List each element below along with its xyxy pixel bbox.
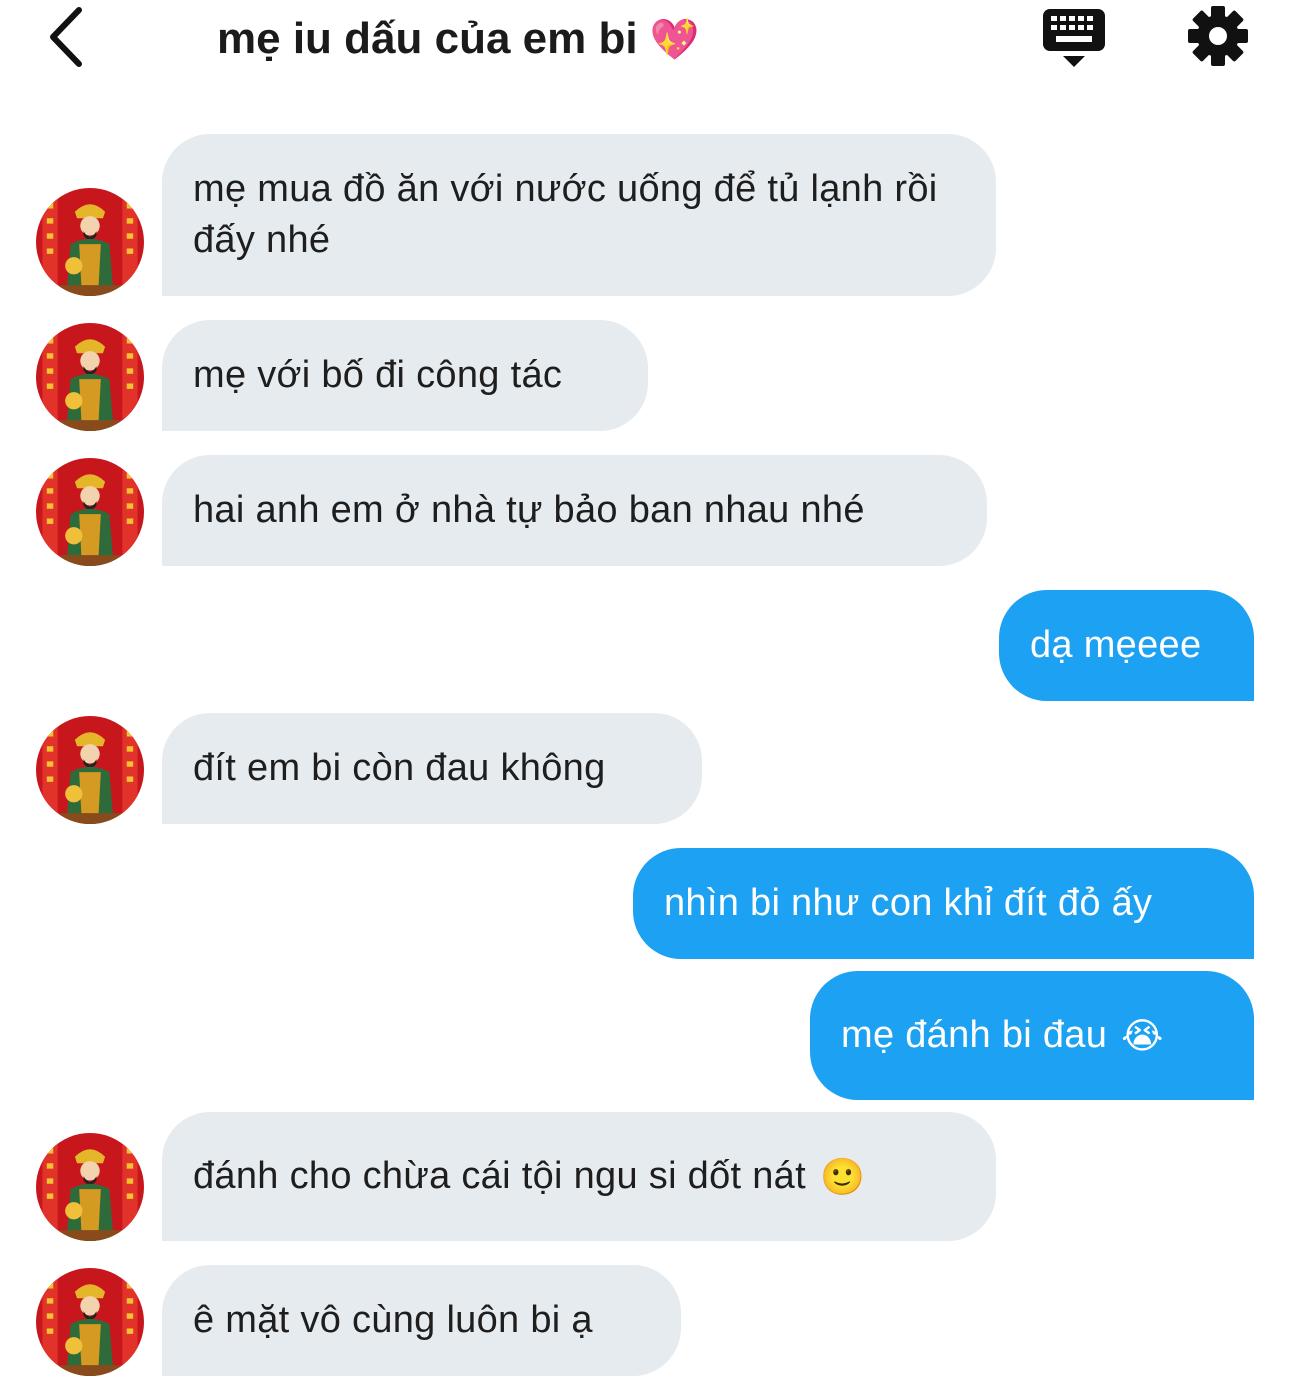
gear-icon [1188,6,1248,66]
message-text: mẹ mua đồ ăn với nước uống để tủ lạnh rồ… [193,168,938,261]
message-bubble-outgoing[interactable]: dạ mẹeee [999,590,1254,701]
avatar[interactable] [36,716,144,824]
message-bubble-incoming[interactable]: mẹ mua đồ ăn với nước uống để tủ lạnh rồ… [162,134,996,296]
avatar[interactable] [36,323,144,431]
message-bubble-incoming[interactable]: ê mặt vô cùng luôn bi ạ [162,1265,681,1376]
message-text: ê mặt vô cùng luôn bi ạ [193,1299,593,1341]
message-bubble-outgoing[interactable]: nhìn bi như con khỉ đít đỏ ấy [633,848,1254,959]
message-text: đít em bi còn đau không [193,747,606,789]
message-text: dạ mẹeee [1030,624,1202,666]
chat-header: mẹ iu dấu của em bi 💖 [0,0,1290,95]
message-text: mẹ với bố đi công tác [193,354,563,396]
back-button[interactable] [40,6,90,68]
message-text: mẹ đánh bi đau [841,1014,1108,1056]
avatar[interactable] [36,458,144,566]
slightly-smiling-face-emoji: 🙂 [819,1156,866,1197]
chevron-left-icon [50,7,82,67]
avatar[interactable] [36,188,144,296]
settings-button[interactable] [1186,4,1250,68]
message-text: nhìn bi như con khỉ đít đỏ ấy [664,882,1153,924]
message-bubble-incoming[interactable]: đánh cho chừa cái tội ngu si dốt nát 🙂 [162,1112,996,1241]
avatar[interactable] [36,1268,144,1376]
crying-face-emoji: 😭 [1121,1015,1164,1056]
avatar[interactable] [36,1133,144,1241]
keyboard-icon [1043,9,1105,67]
message-bubble-incoming[interactable]: mẹ với bố đi công tác [162,320,648,431]
page-title: mẹ iu dấu của em bi 💖 [217,8,699,70]
message-text: hai anh em ở nhà tự bảo ban nhau nhé [193,489,865,531]
sparkling-heart-emoji: 💖 [649,17,700,62]
keyboard-button[interactable] [1040,6,1108,70]
message-bubble-outgoing[interactable]: mẹ đánh bi đau 😭 [810,971,1254,1100]
message-bubble-incoming[interactable]: hai anh em ở nhà tự bảo ban nhau nhé [162,455,987,566]
message-bubble-incoming[interactable]: đít em bi còn đau không [162,713,702,824]
message-text: đánh cho chừa cái tội ngu si dốt nát [193,1155,806,1197]
chat-title-text: mẹ iu dấu của em bi [217,14,638,63]
